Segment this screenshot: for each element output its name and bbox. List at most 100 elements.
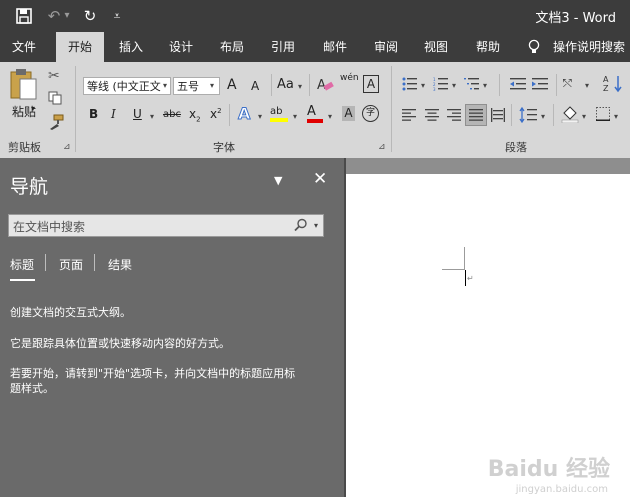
cut-icon[interactable]: ✂ — [48, 68, 60, 84]
change-case-dropdown-icon[interactable]: ▾ — [298, 82, 302, 91]
sort-icon[interactable]: AZ — [603, 74, 623, 97]
nav-help-line-3: 若要开始，请转到"开始"选项卡，并向文档中的标题应用标 — [10, 367, 296, 380]
paste-dropdown-icon[interactable]: ▾ — [31, 104, 35, 113]
grow-font-button[interactable]: A — [227, 77, 237, 93]
paste-icon[interactable] — [9, 67, 39, 106]
separator — [229, 104, 230, 126]
nav-tab-pages[interactable]: 页面 — [59, 256, 83, 273]
phonetic-guide-button[interactable]: wén — [340, 73, 359, 83]
highlight-button[interactable]: ab — [270, 106, 288, 122]
font-name-combo[interactable]: 等线 (中文正文 — [83, 77, 171, 95]
format-painter-icon[interactable] — [48, 114, 64, 133]
customize-toolbar-icon[interactable]: ⩡ — [110, 6, 124, 26]
chinese-layout-icon[interactable]: ⤲ — [563, 77, 572, 91]
character-border-button[interactable]: A — [363, 75, 379, 93]
text-effects-button[interactable]: A — [237, 104, 250, 124]
font-size-dropdown-icon[interactable]: ▾ — [210, 81, 214, 90]
decrease-indent-icon[interactable] — [510, 77, 526, 94]
tab-help[interactable]: 帮助 — [464, 32, 512, 62]
tab-insert[interactable]: 插入 — [107, 32, 155, 62]
nav-pane-title: 导航 — [10, 176, 49, 198]
bullets-dropdown-icon[interactable]: ▾ — [421, 81, 425, 90]
tab-view[interactable]: 视图 — [412, 32, 460, 62]
tab-layout[interactable]: 布局 — [208, 32, 256, 62]
clipboard-launcher-icon[interactable]: ⊿ — [63, 142, 71, 152]
separator — [271, 74, 272, 96]
align-center-icon[interactable] — [425, 109, 439, 124]
shrink-font-button[interactable]: A — [251, 79, 259, 93]
lightbulb-icon[interactable] — [528, 39, 540, 58]
tab-file[interactable]: 文件 — [0, 32, 48, 62]
save-icon[interactable] — [14, 6, 34, 26]
distributed-align-icon[interactable] — [491, 108, 505, 125]
nav-tab-results[interactable]: 结果 — [108, 256, 132, 273]
undo-icon[interactable]: ↶ — [44, 6, 64, 26]
multilevel-dropdown-icon[interactable]: ▾ — [483, 81, 487, 90]
numbering-icon[interactable]: 123 — [433, 77, 449, 94]
tab-home[interactable]: 开始 — [56, 32, 104, 62]
ribbon-tabs: 文件 开始 插入 设计 布局 引用 邮件 审阅 视图 帮助 操作说明搜索 — [0, 32, 630, 62]
increase-indent-icon[interactable] — [532, 77, 548, 94]
italic-button[interactable]: I — [111, 107, 116, 121]
nav-tab-headings[interactable]: 标题 — [10, 256, 34, 273]
shading-icon[interactable] — [561, 105, 579, 126]
document-page[interactable]: ↵ Baidu 经验 jingyan.baidu.com — [346, 174, 630, 497]
multilevel-list-icon[interactable] — [464, 77, 480, 94]
font-color-dropdown-icon[interactable]: ▾ — [328, 112, 332, 121]
strikethrough-button[interactable]: abc — [163, 109, 181, 120]
group-separator — [391, 66, 392, 152]
font-name-value: 等线 (中文正文 — [87, 80, 161, 93]
tab-review[interactable]: 审阅 — [362, 32, 410, 62]
bold-button[interactable]: B — [89, 107, 98, 121]
copy-icon[interactable] — [48, 91, 62, 108]
window-title: 文档3 - Word — [535, 11, 616, 26]
nav-search-input[interactable]: 在文档中搜索 ▾ — [8, 214, 324, 237]
shading-dropdown-icon[interactable]: ▾ — [582, 112, 586, 121]
chinese-layout-dropdown-icon[interactable]: ▾ — [585, 81, 589, 90]
active-tab-indicator — [10, 279, 35, 281]
clear-formatting-icon[interactable]: A — [316, 76, 334, 97]
undo-dropdown-icon[interactable]: ▾ — [62, 6, 72, 26]
nav-help-line-1: 创建文档的交互式大纲。 — [10, 306, 131, 319]
tab-separator — [94, 254, 95, 271]
text-effects-dropdown-icon[interactable]: ▾ — [258, 112, 262, 121]
borders-dropdown-icon[interactable]: ▾ — [614, 112, 618, 121]
justify-button[interactable] — [465, 104, 487, 126]
font-color-swatch — [307, 119, 323, 123]
bullets-icon[interactable] — [402, 77, 418, 94]
text-cursor — [465, 270, 466, 286]
separator — [511, 104, 512, 126]
subscript-button[interactable]: x2 — [189, 107, 201, 123]
tab-mailings[interactable]: 邮件 — [311, 32, 359, 62]
superscript-button[interactable]: x2 — [210, 107, 222, 121]
borders-icon[interactable] — [596, 107, 610, 124]
close-icon[interactable]: ✕ — [313, 169, 327, 189]
highlight-dropdown-icon[interactable]: ▾ — [293, 112, 297, 121]
line-spacing-icon[interactable] — [519, 106, 537, 126]
tell-me-search[interactable]: 操作说明搜索 — [553, 32, 630, 62]
highlight-color-swatch — [270, 118, 288, 122]
character-shading-button[interactable]: A — [342, 106, 355, 121]
pane-options-dropdown-icon[interactable]: ▼ — [274, 174, 282, 187]
font-launcher-icon[interactable]: ⊿ — [378, 142, 386, 152]
underline-button[interactable]: U — [133, 107, 142, 121]
search-options-dropdown-icon[interactable]: ▾ — [314, 221, 318, 230]
underline-dropdown-icon[interactable]: ▾ — [150, 112, 154, 121]
font-name-dropdown-icon[interactable]: ▾ — [163, 81, 167, 90]
font-size-value: 五号 — [177, 80, 199, 93]
tab-design[interactable]: 设计 — [157, 32, 205, 62]
align-right-icon[interactable] — [447, 109, 461, 124]
align-left-icon[interactable] — [402, 109, 416, 124]
line-spacing-dropdown-icon[interactable]: ▾ — [541, 112, 545, 121]
redo-icon[interactable]: ↻ — [80, 6, 100, 26]
enclose-characters-button[interactable]: 字 — [362, 105, 379, 122]
separator — [309, 74, 310, 96]
search-icon[interactable] — [294, 218, 308, 235]
font-color-button[interactable]: A — [307, 104, 323, 123]
crop-mark-horizontal — [442, 269, 465, 270]
nav-search-placeholder: 在文档中搜索 — [13, 220, 86, 234]
change-case-button[interactable]: Aa — [277, 77, 294, 92]
numbering-dropdown-icon[interactable]: ▾ — [452, 81, 456, 90]
tab-references[interactable]: 引用 — [259, 32, 307, 62]
separator — [499, 74, 500, 96]
